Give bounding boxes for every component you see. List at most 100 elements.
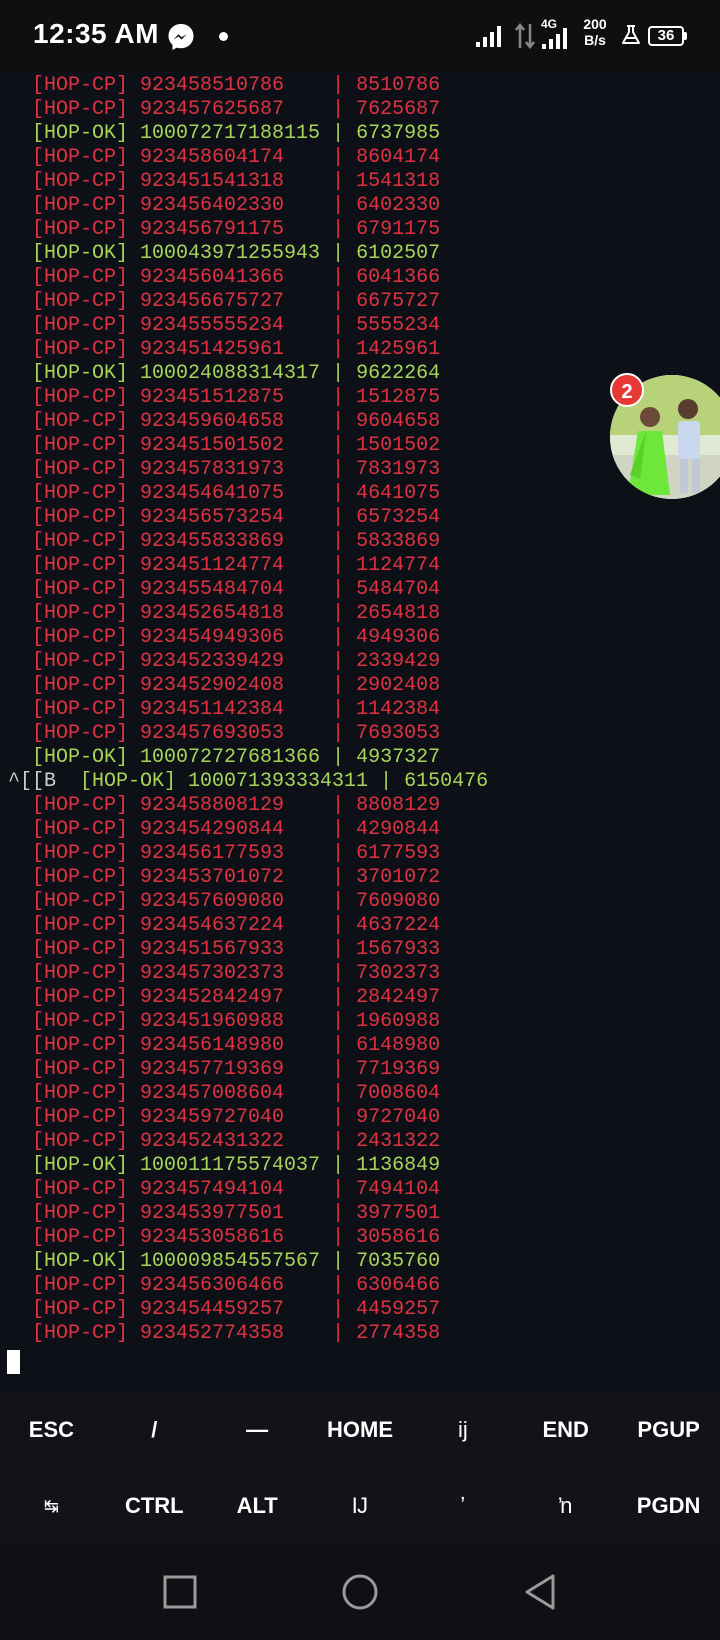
result-cp: [HOP-CP] 923457008604 | 7008604 bbox=[32, 1082, 441, 1105]
key-alt[interactable]: ALT bbox=[206, 1468, 309, 1544]
result-cp: [HOP-CP] 923456177593 | 6177593 bbox=[32, 842, 441, 865]
terminal-line: [HOP-CP] 923452902408 | 2902408 bbox=[8, 674, 488, 698]
terminal-line: [HOP-CP] 923452654818 | 2654818 bbox=[8, 602, 488, 626]
terminal-line: [HOP-CP] 923457609080 | 7609080 bbox=[8, 890, 488, 914]
terminal-cursor bbox=[7, 1350, 20, 1374]
result-cp: [HOP-CP] 923457693053 | 7693053 bbox=[32, 722, 441, 745]
extra-keys-row-1: ESC / — HOME ij END PGUP bbox=[0, 1392, 720, 1468]
terminal-line: [HOP-CP] 923456791175 | 6791175 bbox=[8, 218, 488, 242]
key-esc[interactable]: ESC bbox=[0, 1392, 103, 1468]
terminal-view[interactable]: [HOP-CP] 923458510786 | 8510786 [HOP-CP]… bbox=[0, 72, 720, 1392]
result-ok: [HOP-OK] 100072727681366 | 4937327 bbox=[32, 746, 441, 769]
key-ij[interactable]: ij bbox=[411, 1392, 514, 1468]
terminal-line: [HOP-OK] 100011175574037 | 1136849 bbox=[8, 1154, 488, 1178]
key-pgdn[interactable]: PGDN bbox=[617, 1468, 720, 1544]
key-ctrl[interactable]: CTRL bbox=[103, 1468, 206, 1544]
result-cp: [HOP-CP] 923459727040 | 9727040 bbox=[32, 1106, 441, 1129]
key-dash[interactable]: — bbox=[206, 1392, 309, 1468]
terminal-line: [HOP-CP] 923453058616 | 3058616 bbox=[8, 1226, 488, 1250]
back-button[interactable] bbox=[490, 1544, 590, 1640]
terminal-line: [HOP-OK] 100072727681366 | 4937327 bbox=[8, 746, 488, 770]
key-tab[interactable]: ↹ bbox=[0, 1468, 103, 1544]
result-cp: [HOP-CP] 923456402330 | 6402330 bbox=[32, 194, 441, 217]
key-home[interactable]: HOME bbox=[309, 1392, 412, 1468]
terminal-line: [HOP-CP] 923452339429 | 2339429 bbox=[8, 650, 488, 674]
recents-square-icon bbox=[163, 1575, 197, 1609]
result-cp: [HOP-CP] 923457831973 | 7831973 bbox=[32, 458, 441, 481]
terminal-line: [HOP-CP] 923457693053 | 7693053 bbox=[8, 722, 488, 746]
result-cp: [HOP-CP] 923458510786 | 8510786 bbox=[32, 74, 441, 97]
result-cp: [HOP-CP] 923452902408 | 2902408 bbox=[32, 674, 441, 697]
terminal-line: [HOP-CP] 923457831973 | 7831973 bbox=[8, 458, 488, 482]
key-end[interactable]: END bbox=[514, 1392, 617, 1468]
terminal-line: [HOP-CP] 923451567933 | 1567933 bbox=[8, 938, 488, 962]
result-cp: [HOP-CP] 923454459257 | 4459257 bbox=[32, 1298, 441, 1321]
result-cp: [HOP-CP] 923452774358 | 2774358 bbox=[32, 1322, 441, 1345]
battery-icon: 36 bbox=[648, 26, 684, 46]
result-cp: [HOP-CP] 923453977501 | 3977501 bbox=[32, 1202, 441, 1225]
status-bar: 12:35 AM 4G 200 B/s 36 bbox=[0, 0, 720, 72]
result-cp: [HOP-CP] 923458808129 | 8808129 bbox=[32, 794, 441, 817]
terminal-line: [HOP-CP] 923457494104 | 7494104 bbox=[8, 1178, 488, 1202]
result-cp: [HOP-CP] 923455484704 | 5484704 bbox=[32, 578, 441, 601]
result-cp: [HOP-CP] 923452842497 | 2842497 bbox=[32, 986, 441, 1009]
result-cp: [HOP-CP] 923454949306 | 4949306 bbox=[32, 626, 441, 649]
home-button[interactable] bbox=[310, 1544, 410, 1640]
result-cp: [HOP-CP] 923452339429 | 2339429 bbox=[32, 650, 441, 673]
key-pgup[interactable]: PGUP bbox=[617, 1392, 720, 1468]
terminal-line: [HOP-CP] 923458808129 | 8808129 bbox=[8, 794, 488, 818]
terminal-line: [HOP-OK] 100072717188115 | 6737985 bbox=[8, 122, 488, 146]
terminal-line: [HOP-CP] 923457302373 | 7302373 bbox=[8, 962, 488, 986]
terminal-line: [HOP-CP] 923458604174 | 8604174 bbox=[8, 146, 488, 170]
key-slash[interactable]: / bbox=[103, 1392, 206, 1468]
flask-icon bbox=[622, 25, 640, 44]
result-cp: [HOP-CP] 923452431322 | 2431322 bbox=[32, 1130, 441, 1153]
terminal-line: [HOP-CP] 923454459257 | 4459257 bbox=[8, 1298, 488, 1322]
result-cp: [HOP-CP] 923455833869 | 5833869 bbox=[32, 530, 441, 553]
result-cp: [HOP-CP] 923459604658 | 9604658 bbox=[32, 410, 441, 433]
result-cp: [HOP-CP] 923456306466 | 6306466 bbox=[32, 1274, 441, 1297]
result-cp: [HOP-CP] 923456041366 | 6041366 bbox=[32, 266, 441, 289]
terminal-line: [HOP-CP] 923453701072 | 3701072 bbox=[8, 866, 488, 890]
result-cp: [HOP-CP] 923451960988 | 1960988 bbox=[32, 1010, 441, 1033]
key-n-apostrophe[interactable]: ŉ bbox=[514, 1468, 617, 1544]
result-cp: [HOP-CP] 923456791175 | 6791175 bbox=[32, 218, 441, 241]
recents-button[interactable] bbox=[130, 1544, 230, 1640]
signal-icon bbox=[542, 28, 567, 49]
status-time: 12:35 AM bbox=[33, 18, 159, 49]
terminal-line: [HOP-OK] 100009854557567 | 7035760 bbox=[8, 1250, 488, 1274]
result-cp: [HOP-CP] 923452654818 | 2654818 bbox=[32, 602, 441, 625]
result-cp: [HOP-CP] 923451124774 | 1124774 bbox=[32, 554, 441, 577]
result-cp: [HOP-CP] 923453058616 | 3058616 bbox=[32, 1226, 441, 1249]
key-ij-ligature[interactable]: Ĳ bbox=[309, 1468, 412, 1544]
result-ok: [HOP-OK] 100011175574037 | 1136849 bbox=[32, 1154, 441, 1177]
key-apostrophe[interactable]: ʼ bbox=[411, 1468, 514, 1544]
terminal-line: [HOP-CP] 923456573254 | 6573254 bbox=[8, 506, 488, 530]
